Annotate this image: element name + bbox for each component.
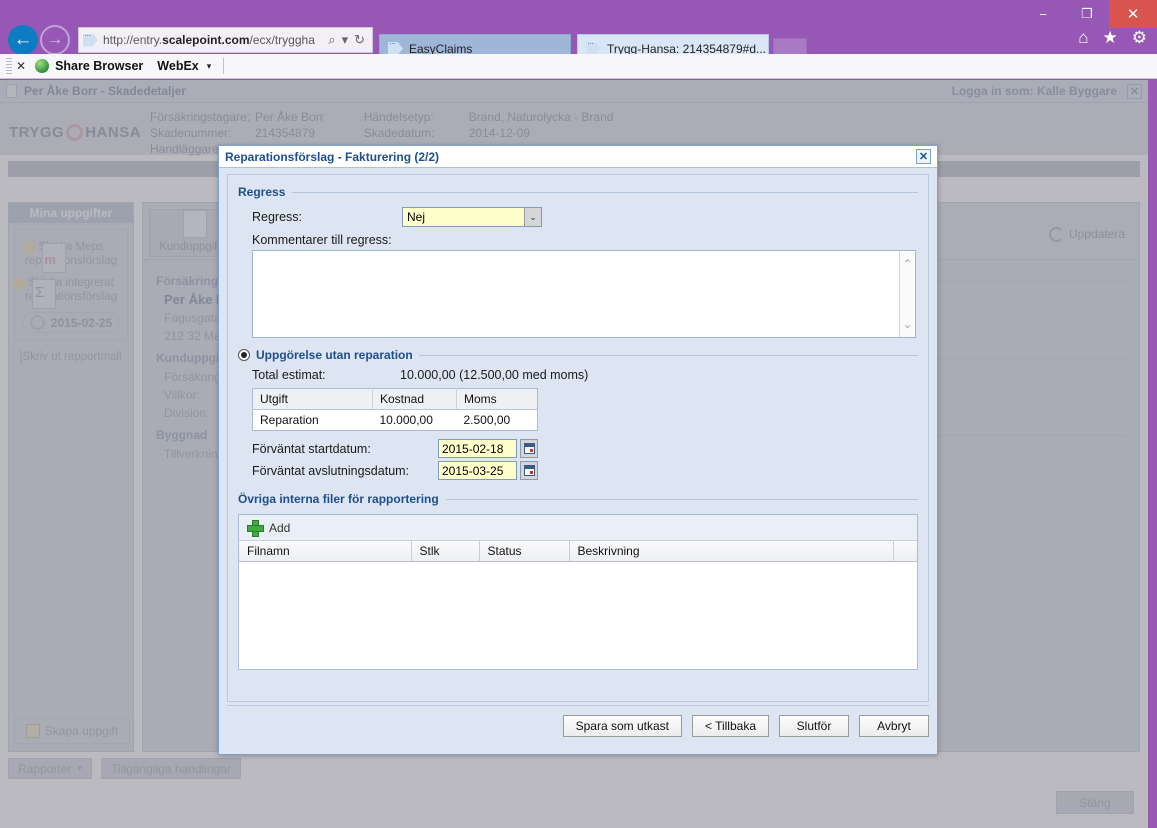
column-header-status[interactable]: Status (479, 541, 570, 562)
fieldset-files-header: Övriga interna filer för rapportering (238, 492, 918, 506)
regress-comment-textarea[interactable]: ⌃ ⌄ (252, 250, 916, 338)
search-icon[interactable]: ⌕ (325, 32, 338, 48)
regress-row: Regress: Nej ⌄ (252, 207, 918, 227)
close-icon[interactable]: ✕ (16, 59, 26, 73)
fieldset-regress-header: Regress (238, 185, 918, 199)
calendar-icon[interactable] (520, 461, 538, 480)
settlement-radio-label: Uppgörelse utan reparation (256, 348, 413, 362)
fieldset-legend: Övriga interna filer för rapportering (238, 492, 439, 506)
chevron-down-icon[interactable]: ⌄ (524, 208, 541, 226)
settlement-section-header: Uppgörelse utan reparation (238, 348, 918, 362)
regress-value: Nej (407, 210, 426, 224)
settlement-radio-button[interactable] (238, 349, 250, 361)
share-browser-button[interactable]: Share Browser (55, 59, 143, 73)
repair-proposal-dialog: Reparationsförslag - Fakturering (2/2) ✕… (218, 145, 938, 755)
cell-kostnad: 10.000,00 (379, 413, 433, 427)
regress-dropdown[interactable]: Nej ⌄ (402, 207, 542, 227)
start-date-input[interactable]: 2015-02-18 (438, 439, 517, 458)
close-icon[interactable]: ✕ (916, 149, 931, 164)
dialog-title: Reparationsförslag - Fakturering (2/2) (225, 149, 440, 164)
calendar-icon[interactable] (520, 439, 538, 458)
browser-toolbar-icons: ⌂ ★ ⚙ (1078, 28, 1147, 48)
back-icon[interactable]: ← (8, 25, 38, 55)
browser-nav-row: ← → http://entry.scalepoint.com/ecx/tryg… (0, 22, 1157, 62)
fieldset-legend: Regress (238, 185, 286, 199)
back-button[interactable]: < Tillbaka (691, 715, 769, 737)
scroll-up-icon[interactable]: ⌃ (902, 257, 912, 271)
cell-utgift: Reparation (260, 413, 319, 427)
page-doc-icon (83, 33, 98, 47)
column-header-moms: Moms (456, 388, 538, 410)
table-header-row: Filnamn Stlk Status Beskrivning (239, 541, 917, 562)
toolbar-grip-icon[interactable] (6, 58, 12, 74)
chevron-down-icon[interactable]: ▾ (339, 32, 352, 48)
total-estimate-row: Total estimat: 10.000,00 (12.500,00 med … (252, 368, 918, 382)
column-header-kostnad: Kostnad (372, 388, 457, 410)
end-date-input[interactable]: 2015-03-25 (438, 461, 517, 480)
table-row[interactable]: Reparation 10.000,00 2.500,00 (253, 410, 538, 431)
dialog-body: Regress Regress: Nej ⌄ Kommentarer till … (227, 174, 929, 702)
column-header-spacer (893, 541, 917, 562)
files-table: Filnamn Stlk Status Beskrivning (239, 541, 917, 562)
dialog-title-bar: Reparationsförslag - Fakturering (2/2) ✕ (219, 146, 937, 168)
address-bar[interactable]: http://entry.scalepoint.com/ecx/tryggha … (78, 27, 373, 53)
files-panel: Add Filnamn Stlk Status Beskrivning (238, 514, 918, 670)
table-header-row: Utgift Kostnad Moms (252, 388, 538, 410)
plus-icon (247, 520, 264, 537)
add-file-button[interactable]: Add (239, 515, 917, 541)
scrollbar[interactable]: ⌃ ⌄ (899, 251, 915, 337)
cancel-button[interactable]: Avbryt (859, 715, 929, 737)
cost-table: Utgift Kostnad Moms Reparation 10.000,00… (252, 388, 538, 431)
cell-moms: 2.500,00 (463, 413, 511, 427)
gear-icon[interactable]: ⚙ (1132, 28, 1147, 48)
total-estimate-value: 10.000,00 (12.500,00 med moms) (400, 368, 589, 382)
column-header-utgift: Utgift (252, 388, 373, 410)
start-date-label: Förväntat startdatum: (252, 441, 371, 456)
forward-icon[interactable]: → (40, 25, 70, 55)
column-header-filnamn[interactable]: Filnamn (239, 541, 412, 562)
globe-icon (35, 59, 50, 73)
chevron-down-icon[interactable]: ▾ (207, 61, 212, 72)
scroll-down-icon[interactable]: ⌄ (902, 317, 912, 331)
url-text: http://entry.scalepoint.com/ecx/tryggha (103, 33, 315, 47)
column-header-beskrivning[interactable]: Beskrivning (569, 541, 894, 562)
total-estimate-label: Total estimat: (252, 368, 326, 382)
dialog-footer: Spara som utkast < Tillbaka Slutför Avbr… (227, 706, 929, 746)
refresh-icon[interactable]: ↻ (351, 32, 368, 48)
save-draft-button[interactable]: Spara som utkast (562, 715, 682, 737)
start-date-row: Förväntat startdatum: 2015-02-18 (252, 439, 918, 458)
favorites-star-icon[interactable]: ★ (1103, 28, 1118, 48)
regress-label: Regress: (252, 210, 303, 224)
add-file-label: Add (269, 520, 291, 535)
home-icon[interactable]: ⌂ (1078, 28, 1088, 48)
regress-comment-label: Kommentarer till regress: (252, 233, 392, 247)
column-header-stlk[interactable]: Stlk (411, 541, 480, 562)
browser-chrome: − ❐ ✕ ← → http://entry.scalepoint.com/ec… (0, 0, 1157, 80)
toolbar-divider (223, 58, 225, 74)
end-date-label: Förväntat avslutningsdatum: (252, 463, 410, 478)
webex-menu[interactable]: WebEx (157, 59, 198, 73)
finish-button[interactable]: Slutför (779, 715, 849, 737)
end-date-row: Förväntat avslutningsdatum: 2015-03-25 (252, 461, 918, 480)
webex-toolbar: ✕ Share Browser WebEx ▾ (0, 54, 1157, 79)
